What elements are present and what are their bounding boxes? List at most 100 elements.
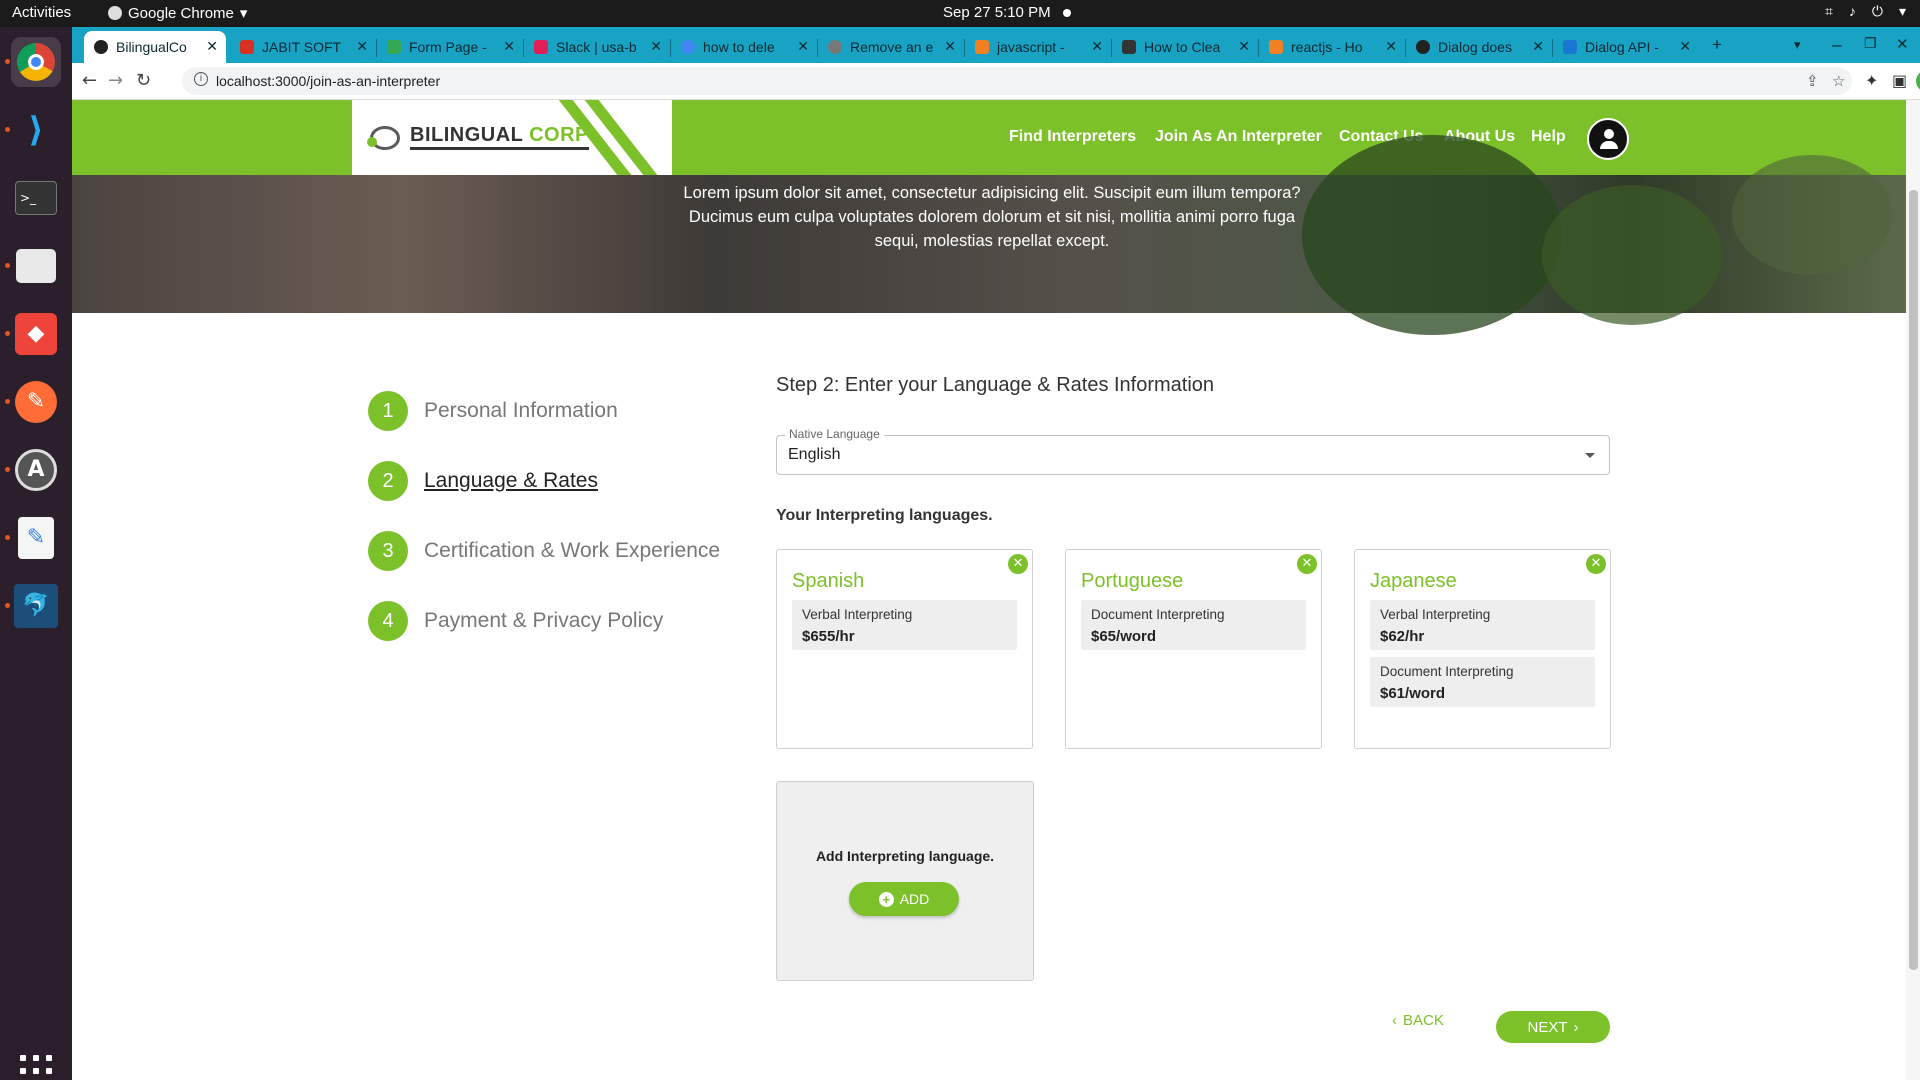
forward-arrow-icon[interactable]: → — [108, 70, 123, 91]
address-bar-url[interactable]: localhost:3000/join-as-an-interpreter — [216, 73, 440, 89]
dock-vscode[interactable]: ⟩ — [5, 105, 61, 155]
tab-favicon-icon — [975, 40, 989, 54]
share-icon[interactable]: ⇪ — [1806, 72, 1819, 90]
browser-tab[interactable]: Slack | usa-b ✕ — [524, 31, 670, 63]
tab-favicon-icon — [534, 40, 548, 54]
step-payment-privacy[interactable]: 4 Payment & Privacy Policy — [368, 601, 663, 641]
running-indicator — [5, 263, 10, 268]
site-info-icon[interactable]: i — [194, 72, 208, 86]
network-icon: ⌗ — [1825, 3, 1833, 19]
hero-text: Lorem ipsum dolor sit amet, consectetur … — [683, 184, 1301, 250]
new-tab-icon[interactable]: + — [1712, 35, 1722, 55]
dock-terminal[interactable]: >_ — [11, 173, 61, 223]
browser-tab[interactable]: How to Clea ✕ — [1112, 31, 1258, 63]
remove-language-icon[interactable]: ✕ — [1297, 554, 1317, 574]
chevron-down-icon: ▾ — [239, 5, 248, 22]
account-avatar-button[interactable] — [1587, 118, 1629, 160]
remove-language-icon[interactable]: ✕ — [1586, 554, 1606, 574]
dock-files[interactable] — [5, 241, 61, 291]
language-name: Portuguese — [1081, 570, 1184, 592]
tab-favicon-icon — [828, 40, 842, 54]
page-scrollbar[interactable] — [1906, 100, 1920, 1080]
close-tab-icon[interactable]: ✕ — [356, 38, 368, 55]
close-tab-icon[interactable]: ✕ — [1679, 38, 1691, 55]
hero-leaf — [1732, 155, 1892, 275]
browser-tab[interactable]: BilingualCo ✕ — [84, 31, 226, 63]
next-button[interactable]: NEXT › — [1496, 1011, 1610, 1043]
language-card-japanese: Japanese ✕ Verbal Interpreting $62/hr Do… — [1354, 549, 1611, 749]
service-rate: Verbal Interpreting $62/hr — [1370, 600, 1595, 650]
step-personal-information[interactable]: 1 Personal Information — [368, 391, 618, 431]
back-button[interactable]: ‹ BACK — [1392, 1012, 1444, 1029]
running-indicator — [5, 331, 10, 336]
side-panel-icon[interactable]: ▣ — [1892, 71, 1907, 90]
next-button-label: NEXT — [1527, 1018, 1568, 1036]
nav-help[interactable]: Help — [1531, 128, 1566, 146]
scrollbar-thumb[interactable] — [1909, 190, 1918, 970]
browser-tab[interactable]: Form Page - ✕ — [377, 31, 523, 63]
dock-anydesk[interactable]: ◆ — [5, 309, 61, 359]
step-title: Step 2: Enter your Language & Rates Info… — [776, 374, 1215, 396]
browser-tab[interactable]: JABIT SOFT ✕ — [230, 31, 376, 63]
system-tray[interactable]: ⌗ ♪ ⏻ ▾ — [1825, 3, 1906, 20]
dock-text-editor[interactable]: ✎ — [5, 513, 61, 563]
step-language-rates[interactable]: 2 Language & Rates — [368, 461, 598, 501]
native-language-select[interactable]: Native Language English — [776, 427, 1610, 475]
service-rate-value: $61/word — [1380, 685, 1446, 702]
dock-software-center[interactable]: A — [5, 445, 61, 495]
reload-icon[interactable]: ↻ — [136, 70, 151, 91]
dock-mysql-workbench[interactable]: 🐬 — [5, 581, 61, 631]
close-tab-icon[interactable]: ✕ — [1385, 38, 1397, 55]
bookmark-star-icon[interactable]: ☆ — [1832, 72, 1845, 90]
tab-title: reactjs - Ho — [1291, 39, 1363, 55]
step-certification[interactable]: 3 Certification & Work Experience — [368, 531, 720, 571]
system-top-bar: Activities Google Chrome ▾ Sep 27 5:10 P… — [0, 0, 1920, 27]
close-tab-icon[interactable]: ✕ — [503, 38, 515, 55]
browser-tab[interactable]: Dialog does ✕ — [1406, 31, 1552, 63]
close-tab-icon[interactable]: ✕ — [1238, 38, 1250, 55]
back-arrow-icon[interactable]: ← — [82, 70, 97, 91]
logo-chat-icon — [367, 126, 400, 150]
maximize-icon[interactable]: ❐ — [1864, 35, 1877, 52]
tab-search-icon[interactable]: ▾ — [1794, 37, 1801, 53]
postman-icon: ✎ — [15, 381, 57, 423]
logo-text: BILINGUAL CORP — [410, 124, 589, 150]
browser-tab[interactable]: how to dele ✕ — [671, 31, 817, 63]
browser-tab[interactable]: Dialog API - ✕ — [1553, 31, 1699, 63]
close-tab-icon[interactable]: ✕ — [650, 38, 662, 55]
extensions-icon[interactable]: ✦ — [1865, 71, 1878, 90]
software-center-icon: A — [15, 449, 57, 491]
site-logo[interactable]: BILINGUAL CORP — [352, 100, 672, 175]
language-card-spanish: Spanish ✕ Verbal Interpreting $655/hr — [776, 549, 1033, 749]
clock[interactable]: Sep 27 5:10 PM — [943, 4, 1051, 21]
minimize-icon[interactable]: – — [1832, 35, 1841, 55]
activities-button[interactable]: Activities — [12, 4, 71, 21]
show-applications-icon[interactable] — [20, 1055, 52, 1087]
close-tab-icon[interactable]: ✕ — [797, 38, 809, 55]
native-language-value: English — [788, 446, 841, 463]
address-bar[interactable]: i localhost:3000/join-as-an-interpreter … — [182, 67, 1852, 95]
dock-postman[interactable]: ✎ — [5, 377, 61, 427]
close-tab-icon[interactable]: ✕ — [944, 38, 956, 55]
nav-join-as-interpreter[interactable]: Join As An Interpreter — [1155, 128, 1322, 146]
tab-title: Remove an e — [850, 39, 934, 55]
dock-chrome[interactable] — [5, 37, 61, 87]
browser-tab[interactable]: reactjs - Ho ✕ — [1259, 31, 1405, 63]
service-type: Verbal Interpreting — [1380, 607, 1491, 622]
app-menu[interactable]: Google Chrome ▾ — [108, 4, 247, 22]
remove-language-icon[interactable]: ✕ — [1008, 554, 1028, 574]
profile-avatar[interactable]: A — [1916, 70, 1920, 92]
text-editor-icon: ✎ — [18, 517, 54, 559]
close-tab-icon[interactable]: ✕ — [206, 38, 218, 55]
step-number: 3 — [368, 531, 408, 571]
browser-tab[interactable]: javascript - ✕ — [965, 31, 1111, 63]
nav-find-interpreters[interactable]: Find Interpreters — [1009, 128, 1136, 146]
close-tab-icon[interactable]: ✕ — [1091, 38, 1103, 55]
site-header: BILINGUAL CORP Find Interpreters Join As… — [72, 100, 1906, 175]
service-type: Document Interpreting — [1380, 664, 1514, 679]
add-language-button[interactable]: + ADD — [849, 882, 959, 916]
terminal-icon: >_ — [15, 181, 57, 215]
close-tab-icon[interactable]: ✕ — [1532, 38, 1544, 55]
close-window-icon[interactable]: ✕ — [1896, 35, 1909, 53]
browser-tab[interactable]: Remove an e ✕ — [818, 31, 964, 63]
